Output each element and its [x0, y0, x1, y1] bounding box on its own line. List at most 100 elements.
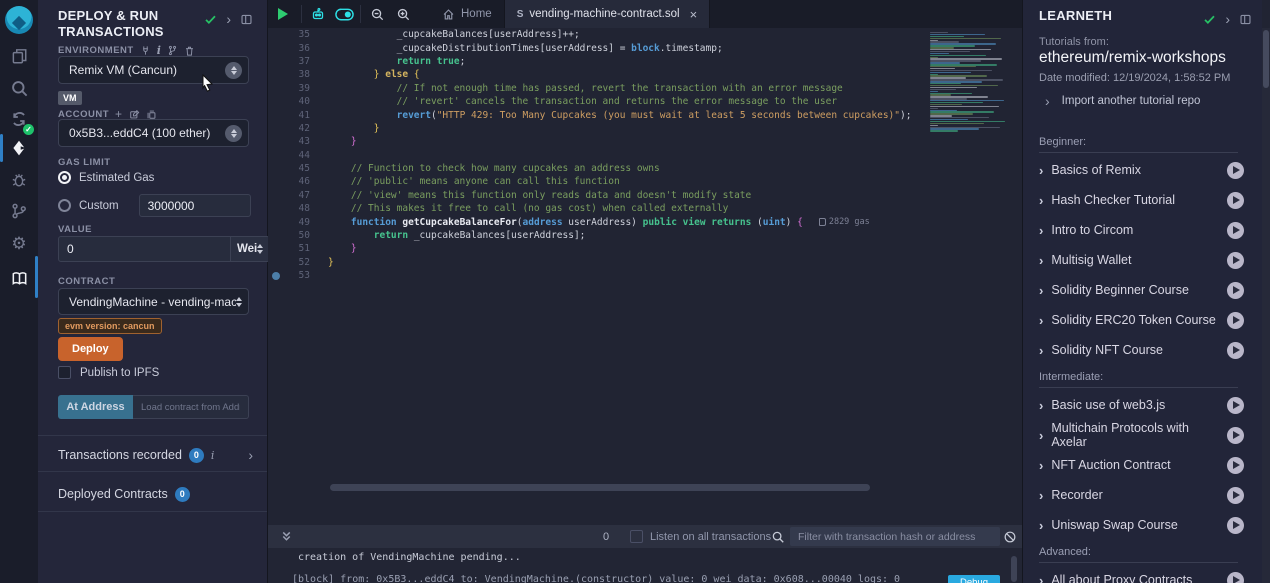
environment-select[interactable]: Remix VM (Cancun) — [58, 56, 249, 84]
tutorial-item[interactable]: ›Recorder — [1023, 480, 1254, 510]
code-line[interactable]: 36 _cupcakeDistributionTimes[userAddress… — [268, 41, 1022, 54]
value-input[interactable] — [58, 236, 231, 262]
transactions-expand-icon[interactable]: › — [248, 448, 253, 462]
deployed-contracts-row[interactable]: Deployed Contracts 0 — [58, 479, 253, 509]
code-line[interactable]: 44 — [268, 149, 1022, 162]
play-tutorial-button[interactable] — [1227, 397, 1244, 414]
code-line[interactable]: 49 function getCupcakeBalanceFor(address… — [268, 215, 1022, 228]
tutorial-item[interactable]: ›Solidity Beginner Course — [1023, 275, 1254, 305]
copy-account-icon[interactable] — [146, 109, 157, 120]
panel-pin-icon[interactable] — [240, 13, 253, 26]
code-line[interactable]: 51 } — [268, 242, 1022, 255]
delete-environment-icon[interactable] — [184, 45, 195, 57]
tutorial-item[interactable]: ›NFT Auction Contract — [1023, 450, 1254, 480]
breakpoint-gutter[interactable] — [268, 272, 284, 280]
play-tutorial-button[interactable] — [1227, 572, 1244, 583]
code-line[interactable]: 39 // If not enough time has passed, rev… — [268, 82, 1022, 95]
play-tutorial-button[interactable] — [1227, 312, 1244, 329]
account-select[interactable]: 0x5B3...eddC4 (100 ether) — [58, 119, 249, 147]
zoom-out-icon[interactable] — [364, 0, 390, 28]
tutorial-item[interactable]: ›Solidity NFT Course — [1023, 335, 1254, 365]
tutorial-item[interactable]: ›Basics of Remix — [1023, 155, 1254, 185]
terminal-scrollbar[interactable] — [1011, 556, 1017, 582]
panel-collapse-icon[interactable]: › — [226, 12, 231, 26]
editor-horizontal-scrollbar[interactable] — [330, 484, 870, 491]
play-tutorial-button[interactable] — [1227, 457, 1244, 474]
play-tutorial-button[interactable] — [1227, 252, 1244, 269]
solidity-compiler-icon[interactable]: ✓ — [0, 105, 38, 133]
learneth-book-icon[interactable] — [0, 264, 38, 292]
debugger-icon[interactable] — [0, 166, 38, 194]
custom-gas-radio[interactable]: Custom — [58, 194, 249, 217]
tab-home[interactable]: Home — [430, 0, 504, 28]
at-address-input[interactable] — [133, 395, 249, 419]
plug-icon[interactable] — [140, 45, 151, 56]
deploy-button[interactable]: Deploy — [58, 337, 123, 361]
contract-select[interactable]: VendingMachine - vending-machin — [58, 288, 249, 315]
code-line[interactable]: 37 return true; — [268, 55, 1022, 68]
play-tutorial-button[interactable] — [1227, 517, 1244, 534]
tutorial-item[interactable]: ›Basic use of web3.js — [1023, 390, 1254, 420]
code-line[interactable]: 45 // Function to check how many cupcake… — [268, 162, 1022, 175]
terminal-log[interactable]: creation of VendingMachine pending... [b… — [268, 548, 1022, 583]
code-editor[interactable]: 35 _cupcakeBalances[userAddress]++;36 _c… — [268, 28, 1022, 512]
code-line[interactable]: 47 // 'view' means this function only re… — [268, 189, 1022, 202]
code-line[interactable]: 35 _cupcakeBalances[userAddress]++; — [268, 28, 1022, 41]
publish-ipfs-checkbox[interactable] — [58, 366, 71, 379]
copilot-toggle[interactable] — [331, 0, 357, 28]
play-tutorial-button[interactable] — [1227, 282, 1244, 299]
play-tutorial-button[interactable] — [1227, 162, 1244, 179]
custom-gas-input[interactable] — [139, 194, 251, 217]
tab-file-vending-machine[interactable]: S vending-machine-contract.sol × — [504, 0, 710, 28]
tutorial-item[interactable]: ›Solidity ERC20 Token Course — [1023, 305, 1254, 335]
zoom-in-icon[interactable] — [390, 0, 416, 28]
estimated-gas-radio[interactable]: Estimated Gas — [58, 171, 249, 184]
transactions-info-icon[interactable]: i — [211, 449, 215, 462]
panel-collapse-icon[interactable]: › — [1225, 12, 1230, 26]
git-icon[interactable] — [0, 197, 38, 225]
debug-button[interactable]: Debug — [948, 575, 1000, 583]
search-icon[interactable] — [0, 74, 38, 102]
clear-filter-icon[interactable] — [1003, 530, 1017, 544]
learneth-scrollbar[interactable] — [1262, 28, 1270, 583]
tutorial-item[interactable]: ›Multichain Protocols with Axelar — [1023, 420, 1254, 450]
deploy-run-icon[interactable] — [0, 134, 38, 162]
tutorial-item[interactable]: ›Intro to Circom — [1023, 215, 1254, 245]
code-line[interactable]: 52} — [268, 256, 1022, 269]
code-line[interactable]: 48 // This makes it free to call (no gas… — [268, 202, 1022, 215]
code-line[interactable]: 46 // 'public' means anyone can call thi… — [268, 175, 1022, 188]
file-explorer-icon[interactable] — [0, 42, 38, 70]
terminal-filter-input[interactable] — [790, 527, 1000, 546]
tutorial-item[interactable]: ›All about Proxy Contracts — [1023, 565, 1254, 583]
code-line[interactable]: 43 } — [268, 135, 1022, 148]
panel-pin-icon[interactable] — [1239, 13, 1252, 26]
code-line[interactable]: 42 } — [268, 122, 1022, 135]
fork-environment-icon[interactable] — [167, 45, 178, 56]
code-line[interactable]: 41 revert("HTTP 429: Too Many Cupcakes (… — [268, 108, 1022, 121]
ai-copilot-icon[interactable] — [305, 0, 331, 28]
play-tutorial-button[interactable] — [1227, 192, 1244, 209]
run-script-button[interactable] — [268, 0, 298, 28]
close-tab-icon[interactable]: × — [690, 7, 698, 22]
at-address-button[interactable]: At Address — [58, 395, 133, 419]
listen-checkbox[interactable] — [630, 530, 643, 543]
edit-account-icon[interactable] — [129, 109, 140, 120]
play-tutorial-button[interactable] — [1227, 487, 1244, 504]
play-tutorial-button[interactable] — [1227, 222, 1244, 239]
terminal-expand-icon[interactable] — [280, 530, 293, 543]
code-line[interactable]: 50 return _cupcakeBalances[userAddress]; — [268, 229, 1022, 242]
tutorial-item[interactable]: ›Hash Checker Tutorial — [1023, 185, 1254, 215]
tutorial-item[interactable]: ›Multisig Wallet — [1023, 245, 1254, 275]
code-line[interactable]: 53 — [268, 269, 1022, 282]
remix-logo-icon[interactable] — [5, 6, 33, 34]
tutorial-item[interactable]: ›Uniswap Swap Course — [1023, 510, 1254, 540]
code-line[interactable]: 38 } else { — [268, 68, 1022, 81]
transactions-recorded-row[interactable]: Transactions recorded 0 i › — [58, 440, 253, 470]
play-tutorial-button[interactable] — [1227, 427, 1244, 444]
editor-minimap[interactable] — [926, 30, 1012, 134]
code-line[interactable]: 40 // 'revert' cancels the transaction a… — [268, 95, 1022, 108]
import-tutorial-repo[interactable]: › Import another tutorial repo — [1045, 94, 1200, 108]
play-tutorial-button[interactable] — [1227, 342, 1244, 359]
settings-icon[interactable]: ⚙ — [0, 230, 38, 258]
value-unit-select[interactable]: Wei — [231, 236, 270, 262]
